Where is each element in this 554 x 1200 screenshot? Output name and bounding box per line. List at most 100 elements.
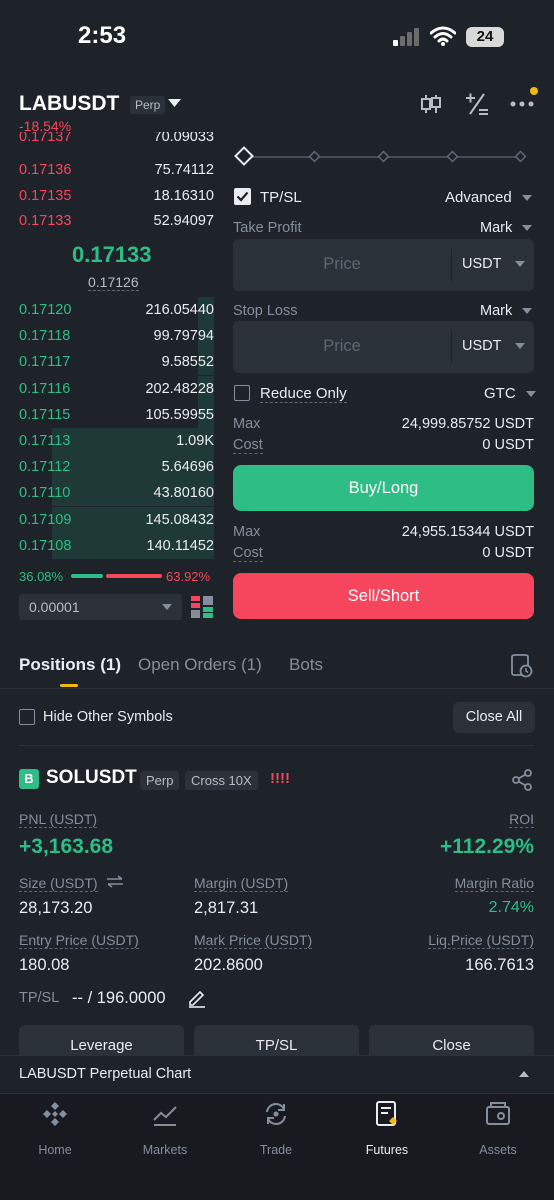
bid-price: 0.17116: [19, 380, 71, 397]
position-tpsl-value: -- / 196.0000: [72, 989, 166, 1007]
field-divider: [451, 249, 452, 281]
caret-down-icon: [522, 225, 533, 231]
entry-price-value: 180.08: [19, 956, 70, 974]
nav-home[interactable]: Home: [0, 1100, 110, 1157]
nav-trade[interactable]: Trade: [221, 1100, 331, 1157]
take-profit-price-input[interactable]: Price USDT: [233, 239, 534, 291]
edit-icon[interactable]: [187, 988, 207, 1008]
pnl-label[interactable]: PNL (USDT): [19, 811, 98, 828]
margin-label[interactable]: Margin (USDT): [194, 875, 289, 892]
buy-ratio: 36.08%: [19, 569, 64, 584]
hide-other-symbols-checkbox[interactable]: [19, 709, 35, 725]
markets-chart-icon: [153, 1106, 177, 1126]
position-perp-tag: Perp: [140, 771, 180, 790]
take-profit-type-dropdown[interactable]: Mark: [480, 220, 533, 236]
reduce-only-checkbox[interactable]: [234, 385, 250, 401]
swap-icon[interactable]: [106, 875, 124, 888]
ask-row[interactable]: 0.17137 70.09033: [19, 132, 214, 154]
battery-indicator: 24: [466, 27, 504, 47]
bid-row[interactable]: 0.17120 216.05440: [19, 297, 214, 323]
precision-select[interactable]: 0.00001: [19, 594, 182, 620]
sell-short-button[interactable]: Sell/Short: [233, 573, 534, 619]
liq-price-value: 166.7613: [465, 956, 534, 974]
take-profit-type: Mark: [480, 220, 513, 236]
calculator-icon[interactable]: [465, 92, 489, 116]
caret-down-icon: [515, 343, 526, 349]
nav-markets[interactable]: Markets: [110, 1100, 220, 1157]
entry-price-label[interactable]: Entry Price (USDT): [19, 932, 139, 949]
notification-dot: [530, 87, 538, 95]
candlestick-chart-icon[interactable]: [420, 93, 442, 115]
caret-down-icon: [522, 308, 533, 314]
tab-bots[interactable]: Bots: [289, 655, 323, 675]
last-price[interactable]: 0.17133: [72, 242, 152, 268]
bid-row[interactable]: 0.17113 1.09K: [19, 428, 214, 454]
position-symbol[interactable]: SOLUSDT: [46, 767, 137, 789]
mark-price-value: 202.8600: [194, 956, 263, 974]
bid-row[interactable]: 0.17110 43.80160: [19, 480, 214, 507]
liq-price-label[interactable]: Liq.Price (USDT): [428, 932, 534, 949]
ask-row[interactable]: 0.17133 52.94097: [19, 208, 214, 234]
ask-qty: 70.09033: [153, 132, 214, 145]
size-label[interactable]: Size (USDT): [19, 875, 98, 892]
buy-max-label: Max: [233, 416, 261, 432]
tab-open-orders[interactable]: Open Orders (1): [138, 655, 262, 675]
ask-price: 0.17136: [19, 162, 72, 178]
bid-qty: 5.64696: [161, 459, 214, 476]
bid-row[interactable]: 0.17112 5.64696: [19, 454, 214, 481]
buy-long-button[interactable]: Buy/Long: [233, 465, 534, 511]
share-icon[interactable]: [511, 769, 533, 791]
home-logo-icon: [43, 1102, 67, 1126]
tpsl-checkbox[interactable]: [234, 188, 251, 205]
close-all-button[interactable]: Close All: [453, 702, 535, 733]
bid-price: 0.17115: [19, 406, 71, 423]
ask-row[interactable]: 0.17136 75.74112: [19, 157, 214, 183]
time-in-force: GTC: [484, 385, 516, 402]
stop-loss-unit-dropdown[interactable]: USDT: [462, 338, 526, 354]
futures-document-icon: [376, 1101, 397, 1126]
side-badge: B: [19, 769, 39, 789]
bid-price: 0.17113: [19, 433, 71, 449]
field-divider: [451, 331, 452, 363]
bid-row[interactable]: 0.17109 145.08432: [19, 506, 214, 533]
mark-price-label[interactable]: Mark Price (USDT): [194, 932, 313, 949]
bid-price: 0.17112: [19, 459, 71, 476]
order-book-layout-icon[interactable]: [191, 596, 213, 618]
roi-label[interactable]: ROI: [509, 811, 534, 828]
bid-row[interactable]: 0.17117 9.58552: [19, 349, 214, 376]
stop-loss-label: Stop Loss: [233, 303, 298, 319]
caret-down-icon[interactable]: [168, 99, 181, 108]
margin-value: 2,817.31: [194, 899, 259, 917]
caret-down-icon: [162, 604, 172, 610]
symbol-title[interactable]: LABUSDT: [19, 92, 119, 116]
leverage-slider[interactable]: [233, 145, 533, 169]
divider: [0, 688, 554, 689]
bid-row[interactable]: 0.17108 140.11452: [19, 532, 214, 559]
more-options-icon[interactable]: [510, 100, 534, 108]
bid-qty: 105.59955: [145, 406, 214, 423]
bid-row[interactable]: 0.17116 202.48228: [19, 375, 214, 402]
advanced-dropdown[interactable]: Advanced: [445, 189, 532, 206]
order-history-icon[interactable]: [511, 654, 533, 678]
bid-row[interactable]: 0.17118 99.79794: [19, 323, 214, 350]
buy-max-value: 24,999.85752 USDT: [401, 416, 534, 432]
nav-assets-label: Assets: [479, 1143, 517, 1157]
time-in-force-dropdown[interactable]: GTC: [484, 385, 536, 402]
margin-ratio-label[interactable]: Margin Ratio: [454, 875, 534, 892]
nav-assets[interactable]: Assets: [443, 1100, 553, 1157]
stop-loss-price-input[interactable]: Price USDT: [233, 321, 534, 373]
roi-value: +112.29%: [439, 835, 534, 858]
take-profit-unit-dropdown[interactable]: USDT: [462, 256, 526, 272]
tab-positions[interactable]: Positions (1): [19, 655, 121, 675]
size-field: Size (USDT): [19, 875, 124, 893]
stop-loss-unit: USDT: [462, 338, 502, 354]
stop-loss-type-dropdown[interactable]: Mark: [480, 303, 533, 319]
caret-up-icon[interactable]: [519, 1070, 529, 1077]
assets-wallet-icon: [486, 1102, 510, 1125]
bid-row[interactable]: 0.17115 105.59955: [19, 401, 214, 428]
nav-futures[interactable]: Futures: [332, 1100, 442, 1157]
ask-row[interactable]: 0.17135 18.16310: [19, 183, 214, 209]
bid-qty: 9.58552: [161, 354, 214, 371]
sell-cost-value: 0 USDT: [482, 545, 534, 561]
mark-price[interactable]: 0.17126: [88, 274, 139, 291]
